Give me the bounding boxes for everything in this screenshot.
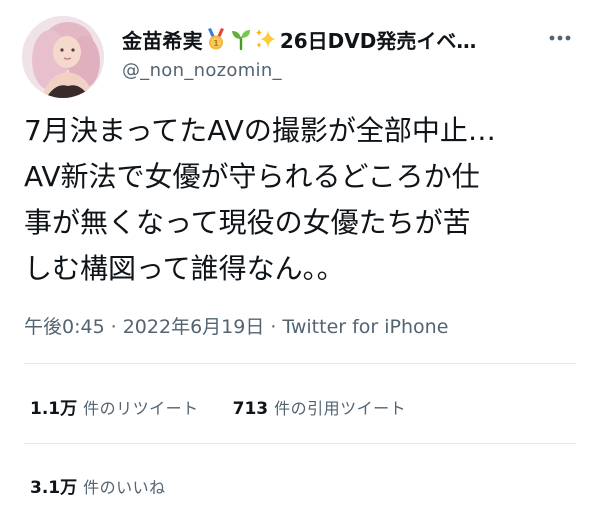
medal-icon: 1: [204, 27, 228, 51]
user-handle[interactable]: @_non_nozomin_: [122, 60, 282, 81]
retweets-count: 1.1万: [30, 399, 78, 419]
avatar-image: [22, 16, 104, 98]
display-name-suffix[interactable]: 26日DVD発売イベ…: [280, 25, 477, 54]
sparkles-icon: [254, 27, 278, 51]
tweet-text-line: 7月決まってたAVの撮影が全部中止…: [24, 114, 496, 147]
display-name[interactable]: 金苗希実: [122, 25, 203, 54]
divider: [24, 363, 576, 364]
likes-stats-row: 3.1万 件のいいね: [30, 473, 200, 498]
tweet-time-link[interactable]: 午後0:45: [24, 316, 105, 338]
meta-separator: ·: [110, 316, 117, 338]
likes-label: 件のいいね: [83, 478, 166, 497]
likes-stat[interactable]: 3.1万 件のいいね: [30, 473, 166, 498]
more-dots-icon: [549, 35, 571, 41]
engagement-stats-row: 1.1万 件のリツイート 713 件の引用ツイート: [30, 394, 440, 419]
tweet-card: 金苗希実 1 26日DVD発売イベ… @_non_nozomin_ 7月決まって…: [0, 0, 600, 523]
avatar[interactable]: [22, 16, 104, 98]
more-options-button[interactable]: [544, 26, 576, 50]
display-name-row[interactable]: 金苗希実 1 26日DVD発売イベ…: [122, 22, 476, 56]
meta-separator: ·: [270, 316, 277, 338]
seedling-icon: [229, 27, 253, 51]
tweet-date-link[interactable]: 2022年6月19日: [123, 316, 265, 338]
tweet-text: 7月決まってたAVの撮影が全部中止… AV新法で女優が守られるどころか仕 事が無…: [24, 108, 584, 292]
divider: [24, 443, 576, 444]
tweet-metadata: 午後0:45 · 2022年6月19日 · Twitter for iPhone: [24, 312, 448, 339]
likes-count: 3.1万: [30, 478, 78, 498]
retweets-stat[interactable]: 1.1万 件のリツイート: [30, 394, 199, 419]
tweet-text-line: AV新法で女優が守られるどころか仕: [24, 160, 480, 193]
tweet-source-link[interactable]: Twitter for iPhone: [282, 316, 448, 338]
tweet-text-line: 事が無くなって現役の女優たちが苦: [24, 206, 471, 239]
tweet-text-line: しむ構図って誰得なん。。: [24, 252, 345, 285]
svg-text:1: 1: [213, 39, 219, 48]
quotes-label: 件の引用ツイート: [274, 399, 407, 418]
retweets-label: 件のリツイート: [83, 399, 199, 418]
quotes-count: 713: [232, 399, 269, 419]
quotes-stat[interactable]: 713 件の引用ツイート: [233, 395, 407, 419]
